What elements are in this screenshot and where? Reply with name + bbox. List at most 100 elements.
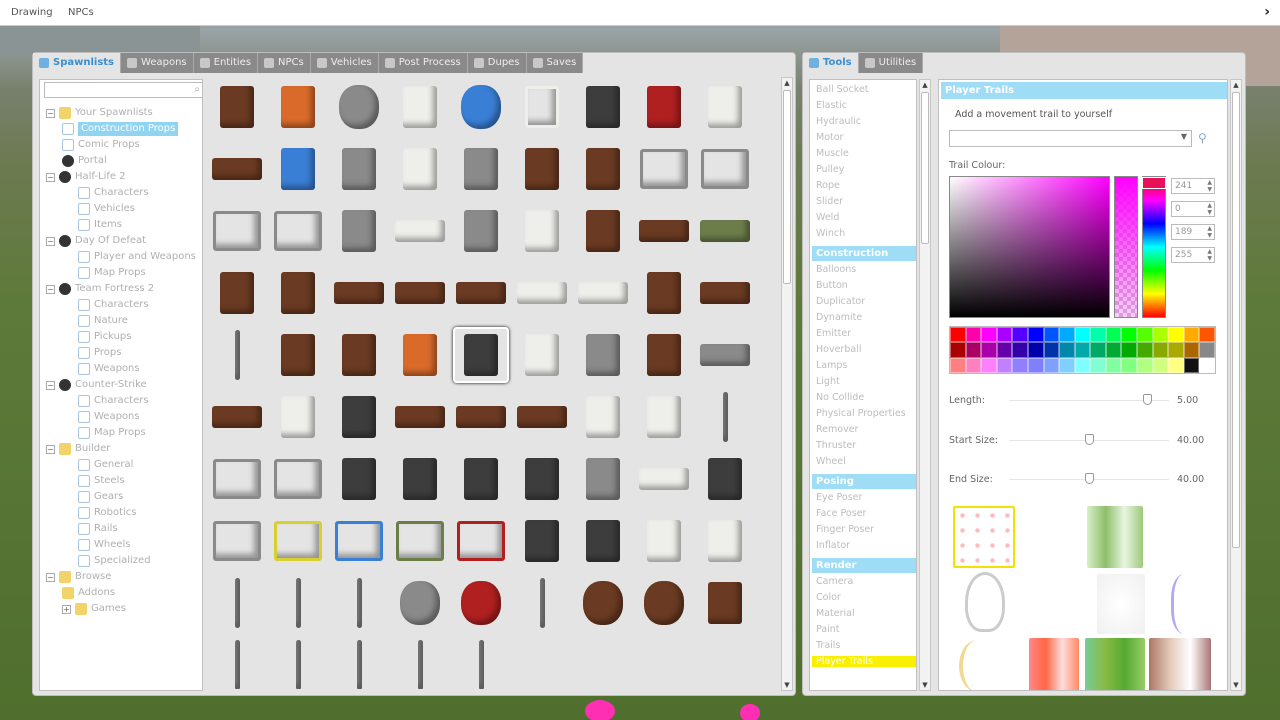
tab-spawnlists[interactable]: Spawnlists xyxy=(33,53,122,73)
prop-rod[interactable] xyxy=(392,637,448,689)
palette-swatch[interactable] xyxy=(965,357,982,373)
chevron-down-icon[interactable]: ▼ xyxy=(1181,132,1187,141)
palette-swatch[interactable] xyxy=(1199,342,1215,358)
tree-item[interactable]: Wheels xyxy=(78,538,131,552)
tree-item[interactable]: Construction Props xyxy=(62,122,179,136)
palette-swatch[interactable] xyxy=(996,342,1013,358)
prop-wall-panel[interactable] xyxy=(392,79,448,135)
prop-bathtub-small[interactable] xyxy=(636,451,692,507)
palette-swatch[interactable] xyxy=(1137,357,1153,373)
tool-item[interactable]: Motor xyxy=(816,132,843,143)
prop-stove[interactable] xyxy=(453,327,509,383)
prop-blue-barrel[interactable] xyxy=(453,79,509,135)
prop-fence[interactable] xyxy=(697,141,753,197)
palette-swatch[interactable] xyxy=(1121,327,1138,343)
prop-rod[interactable] xyxy=(331,637,387,689)
prop-rod[interactable] xyxy=(453,637,509,689)
tree-item[interactable]: Weapons xyxy=(78,410,140,424)
tab-saves[interactable]: Saves xyxy=(526,53,584,73)
prop-spool[interactable] xyxy=(636,575,692,631)
tool-item[interactable]: Camera xyxy=(816,576,853,587)
palette-swatch[interactable] xyxy=(981,342,997,358)
tree-item[interactable]: Nature xyxy=(78,314,128,328)
prop-bed-frame[interactable] xyxy=(453,203,509,259)
prop-hook-pipe[interactable] xyxy=(331,575,387,631)
color-hue-bar[interactable] xyxy=(1142,176,1166,318)
palette-swatch[interactable] xyxy=(1027,342,1044,358)
collapse-icon[interactable]: − xyxy=(46,236,55,246)
palette-swatch[interactable] xyxy=(1121,357,1138,373)
scroll-up-icon[interactable]: ▲ xyxy=(1231,80,1241,90)
tree-item[interactable]: Comic Props xyxy=(62,138,140,152)
prop-chair[interactable] xyxy=(575,203,631,259)
prop-table-low[interactable] xyxy=(697,265,753,321)
collapse-icon[interactable]: − xyxy=(46,172,55,182)
prop-valve-wheel[interactable] xyxy=(331,79,387,135)
spin-icon[interactable]: ▲ ▼ xyxy=(1207,248,1212,262)
palette-swatch[interactable] xyxy=(950,327,966,343)
tree-item[interactable]: Addons xyxy=(62,586,115,600)
tree-item[interactable]: − Half-Life 2 xyxy=(46,170,126,184)
start-size-value[interactable]: 40.00 xyxy=(1177,435,1204,446)
prop-door[interactable] xyxy=(514,141,570,197)
palette-swatch[interactable] xyxy=(1074,342,1091,358)
prop-plank[interactable] xyxy=(453,265,509,321)
start-size-slider-knob[interactable] xyxy=(1085,434,1094,445)
tree-item[interactable]: − Counter-Strike xyxy=(46,378,147,392)
prop-desk[interactable] xyxy=(270,327,326,383)
tree-item[interactable]: − Builder xyxy=(46,442,110,456)
tree-item[interactable]: Pickups xyxy=(78,330,131,344)
palette-swatch[interactable] xyxy=(1059,357,1075,373)
trail-material-smoke[interactable] xyxy=(1097,574,1145,634)
trail-material-ring[interactable] xyxy=(965,572,1005,632)
tab-tools[interactable]: Tools xyxy=(803,53,859,73)
palette-swatch[interactable] xyxy=(1199,357,1215,373)
tab-entities[interactable]: Entities xyxy=(193,53,259,73)
blue-input[interactable]: 189 ▲ ▼ xyxy=(1171,224,1215,240)
green-input[interactable]: 0 ▲ ▼ xyxy=(1171,201,1215,217)
prop-radiator[interactable] xyxy=(575,327,631,383)
red-input[interactable]: 241 ▲ ▼ xyxy=(1171,178,1215,194)
palette-swatch[interactable] xyxy=(1199,327,1215,343)
palette-swatch[interactable] xyxy=(1090,327,1106,343)
palette-swatch[interactable] xyxy=(1168,327,1184,343)
prop-blue-chair[interactable] xyxy=(270,141,326,197)
palette-swatch[interactable] xyxy=(1027,327,1044,343)
prop-crate-red[interactable] xyxy=(453,513,509,569)
tree-item[interactable]: Props xyxy=(78,346,121,360)
tree-item[interactable]: Characters xyxy=(78,298,149,312)
palette-swatch[interactable] xyxy=(1121,342,1138,358)
prop-fence[interactable] xyxy=(270,203,326,259)
palette-swatch[interactable] xyxy=(965,327,982,343)
prop-shelf[interactable] xyxy=(636,327,692,383)
prop-washing-machine[interactable] xyxy=(636,389,692,445)
scroll-thumb[interactable] xyxy=(783,90,791,284)
prop-oven[interactable] xyxy=(331,389,387,445)
tree-item[interactable]: Items xyxy=(78,218,122,232)
tree-item[interactable]: Specialized xyxy=(78,554,151,568)
prop-pallet[interactable] xyxy=(697,575,753,631)
tool-item[interactable]: Eye Poser xyxy=(816,492,862,503)
end-size-slider-knob[interactable] xyxy=(1085,473,1094,484)
tool-item[interactable]: Trails xyxy=(816,640,840,651)
prop-crate-blue[interactable] xyxy=(331,513,387,569)
prop-crate-yellow[interactable] xyxy=(270,513,326,569)
prop-cabinet-orange[interactable] xyxy=(392,327,448,383)
prop-explosive-barrel[interactable] xyxy=(453,575,509,631)
prop-fountain[interactable] xyxy=(331,203,387,259)
prop-rod[interactable] xyxy=(209,637,265,689)
search-input[interactable]: ⌕ xyxy=(44,82,202,98)
tab-weapons[interactable]: Weapons xyxy=(121,53,194,73)
prop-bench[interactable] xyxy=(209,141,265,197)
tool-item[interactable]: Hydraulic xyxy=(816,116,861,127)
prop-mattress[interactable] xyxy=(514,265,570,321)
scroll-thumb[interactable] xyxy=(1232,92,1240,548)
prop-drawer-tray[interactable] xyxy=(331,265,387,321)
tool-item[interactable]: Button xyxy=(816,280,848,291)
prop-drawer-tray[interactable] xyxy=(392,265,448,321)
chevron-right-icon[interactable]: › xyxy=(1264,4,1270,20)
tree-item[interactable]: Map Props xyxy=(78,426,146,440)
tool-item[interactable]: Material xyxy=(816,608,855,619)
tool-item[interactable]: Winch xyxy=(816,228,845,239)
prop-tall-cabinet[interactable] xyxy=(331,327,387,383)
